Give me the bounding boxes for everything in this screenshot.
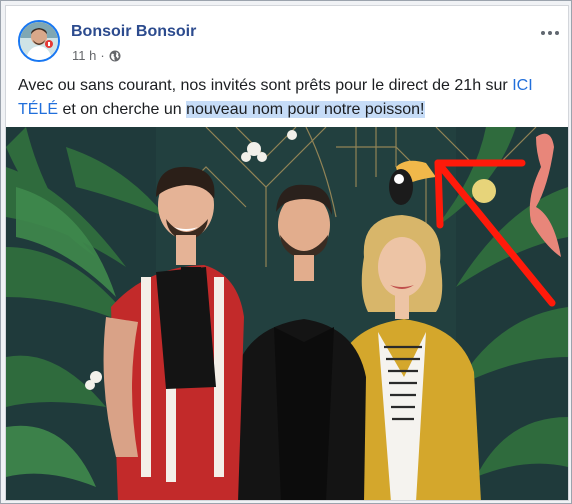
dot [541,31,545,35]
post-meta: 11 h · [72,48,121,63]
post-text-part1: Avec ou sans courant, nos invités sont p… [18,77,513,94]
dot [555,31,559,35]
selected-text: nouveau nom pour notre poisson! [186,101,425,118]
post-time[interactable]: 11 h [72,48,96,63]
page-name[interactable]: Bonsoir Bonsoir [71,23,196,41]
facebook-post: Bonsoir Bonsoir 11 h · Avec ou sans cour… [5,5,569,501]
page-avatar[interactable] [18,20,60,62]
meta-separator: · [100,48,105,63]
avatar-image [20,22,58,60]
globe-icon[interactable] [109,50,121,62]
post-photo[interactable] [6,127,568,501]
screenshot-frame: Bonsoir Bonsoir 11 h · Avec ou sans cour… [0,0,572,504]
dot [548,31,552,35]
more-options-icon[interactable] [541,28,561,38]
post-text-part2: et on cherche un [58,101,187,118]
post-text: Avec ou sans courant, nos invités sont p… [18,74,560,122]
